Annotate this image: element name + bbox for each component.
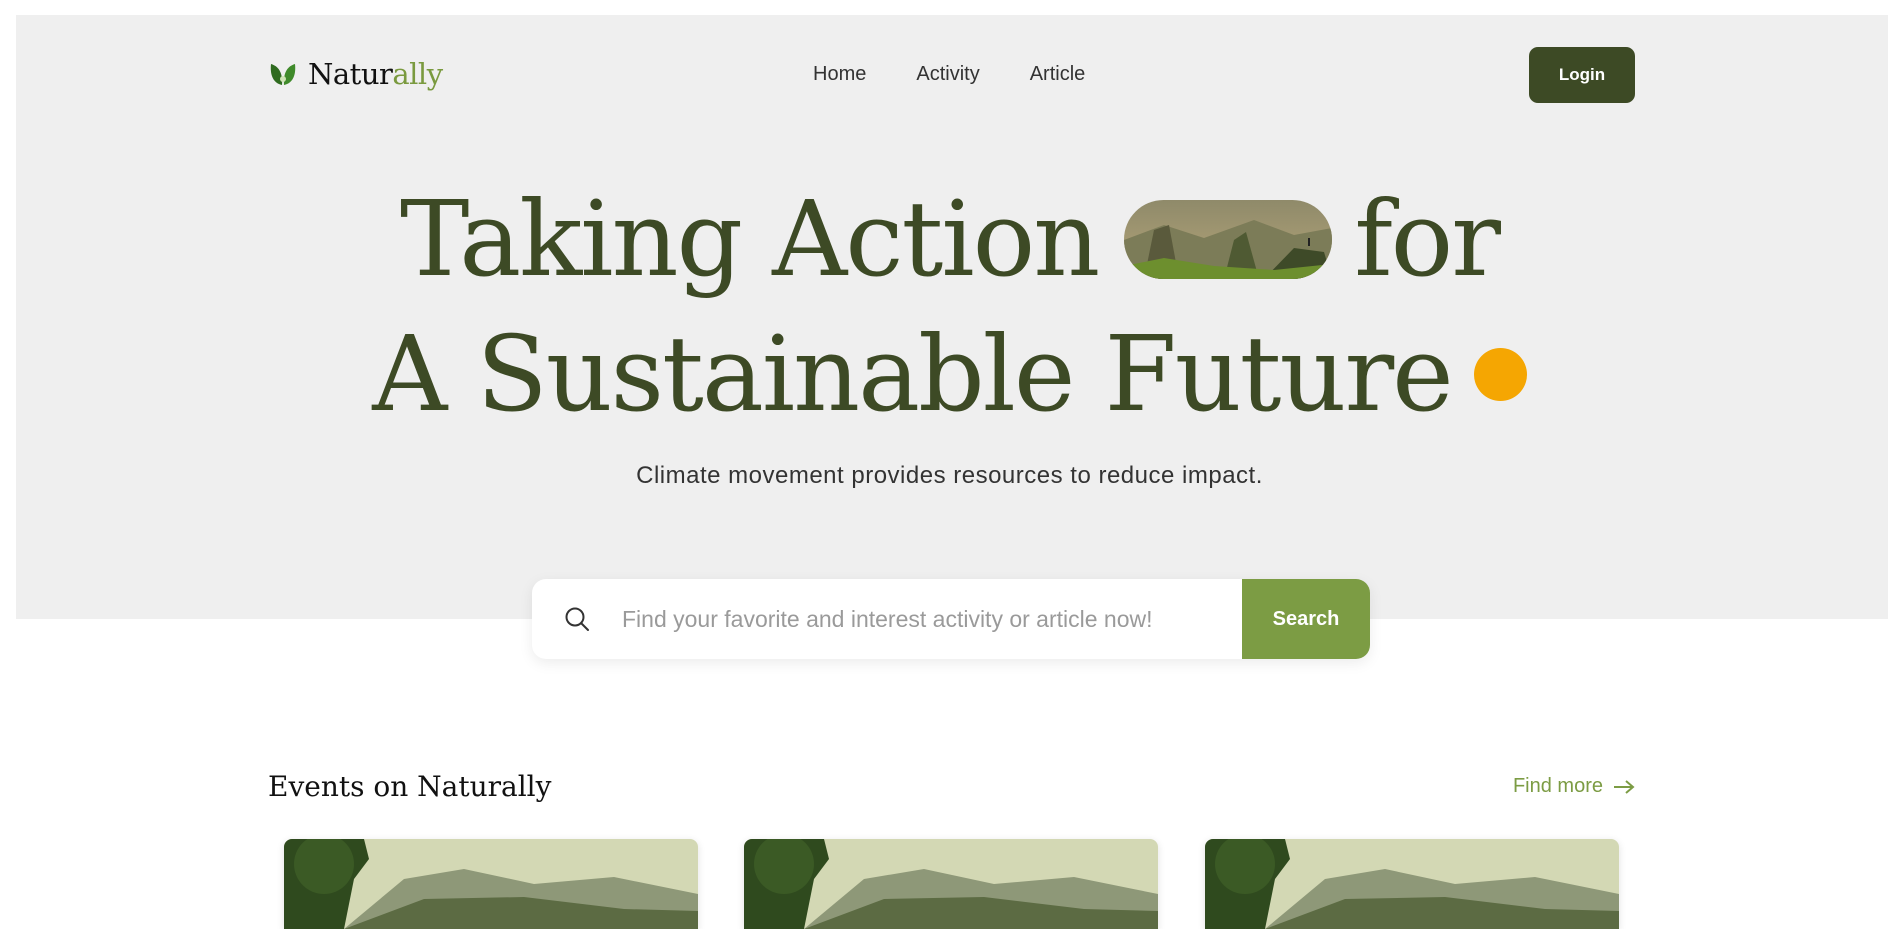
hero-title-line1: Taking Action for [0,187,1899,291]
nav-links: Home Activity Article [813,63,1135,86]
leaf-logo-icon [270,64,296,85]
hero-title-line2: A Sustainable Future [0,322,1899,426]
event-card[interactable] [1205,839,1619,929]
hero-title-line2-text: A Sustainable Future [372,313,1453,435]
landscape-image [284,839,698,929]
hero-subtitle: Climate movement provides resources to r… [636,462,1263,489]
landscape-image [1205,839,1619,929]
event-card[interactable] [744,839,1158,929]
brand-name: Naturally [308,57,443,91]
search-icon [565,607,589,631]
search-input[interactable] [620,579,1242,659]
find-more-label: Find more [1512,775,1603,797]
hero-title-part2: for [1354,178,1501,300]
landscape-image [744,839,1158,929]
nav-home-link[interactable]: Home [813,63,866,86]
top-navigation: Naturally Home Activity Article Login [268,47,1635,103]
nav-article-link[interactable]: Article [1030,63,1086,86]
arrow-right-icon [1614,779,1635,794]
brand-logo[interactable]: Naturally [268,57,443,91]
find-more-link[interactable]: Find more [1513,775,1635,798]
hero-title-part1: Taking Action [399,178,1100,300]
nav-activity-link[interactable]: Activity [916,63,979,86]
search-button[interactable]: Search [1242,579,1370,659]
orange-dot-decoration [1473,347,1527,401]
search-bar: Search [532,579,1370,659]
event-card[interactable] [284,839,698,929]
mountain-landscape-image [1124,199,1333,279]
events-section-title: Events on Naturally [268,770,552,803]
login-button[interactable]: Login [1529,47,1635,103]
